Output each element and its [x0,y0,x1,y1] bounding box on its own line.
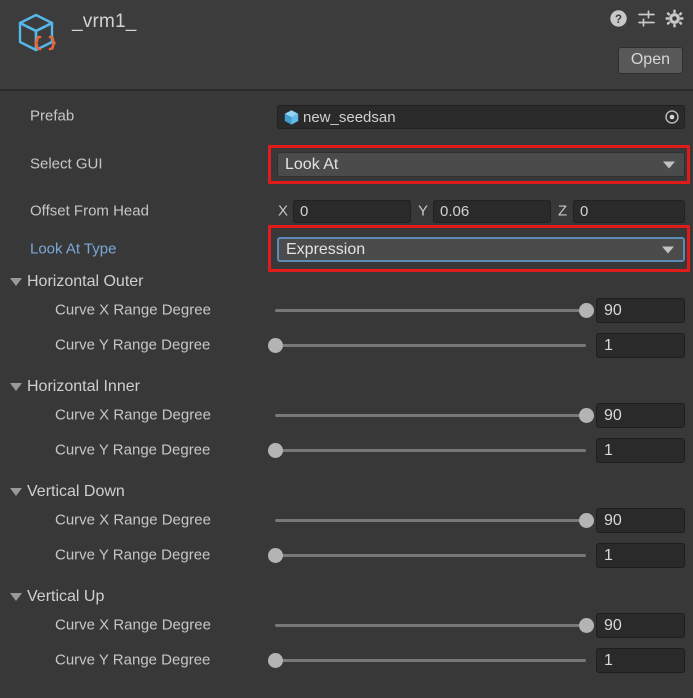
range-slider[interactable] [268,338,586,353]
chevron-down-icon [10,278,22,286]
range-slider[interactable] [268,548,586,563]
slider-label: Curve Y Range Degree [55,336,211,354]
offset-from-head-label: Offset From Head [30,202,149,220]
range-slider[interactable] [275,513,594,528]
gear-icon[interactable] [665,9,684,28]
slider-track [275,414,586,417]
slider-handle[interactable] [579,408,594,423]
slider-handle[interactable] [268,443,283,458]
slider-row: Curve X Range Degree 90 [0,295,693,325]
y-axis-label: Y [418,202,429,220]
look-at-type-value: Expression [286,240,366,258]
look-at-type-dropdown[interactable]: Expression [277,237,685,262]
slider-handle[interactable] [268,548,283,563]
range-slider[interactable] [275,303,594,318]
slider-track [275,344,586,347]
offset-y-field[interactable]: 0.06 [433,200,551,223]
slider-row: Curve Y Range Degree 1 [0,330,693,360]
slider-handle[interactable] [579,303,594,318]
foldout-label: Vertical Up [27,588,105,605]
slider-value-field[interactable]: 90 [596,298,685,323]
slider-label: Curve X Range Degree [55,511,211,529]
preset-sliders-icon[interactable] [637,9,656,28]
page-title: _vrm1_ [72,11,137,32]
slider-row: Curve X Range Degree 90 [0,400,693,430]
x-axis-label: X [278,202,289,220]
slider-handle[interactable] [579,618,594,633]
slider-label: Curve X Range Degree [55,616,211,634]
prefab-row: Prefab new_seedsan [0,101,693,131]
look-at-type-row: Look At Type Expression [0,234,693,264]
slider-track [275,309,586,312]
prefab-object-field[interactable]: new_seedsan [277,105,685,129]
chevron-down-icon [10,488,22,496]
offset-x-field[interactable]: 0 [293,200,411,223]
chevron-down-icon [10,593,22,601]
slider-track [275,449,586,452]
slider-handle[interactable] [268,653,283,668]
slider-value-field[interactable]: 1 [596,543,685,568]
z-axis-label: Z [558,202,568,220]
slider-row: Curve Y Range Degree 1 [0,540,693,570]
foldout-label: Horizontal Outer [27,273,144,290]
offset-z-field[interactable]: 0 [573,200,685,223]
foldout-label: Vertical Down [27,483,125,500]
slider-value-field[interactable]: 90 [596,403,685,428]
prefab-label: Prefab [30,107,75,125]
select-gui-label: Select GUI [30,155,103,173]
help-icon[interactable]: ? [609,9,628,28]
slider-value-field[interactable]: 1 [596,333,685,358]
range-slider[interactable] [268,653,586,668]
chevron-down-icon [10,383,22,391]
slider-value-field[interactable]: 90 [596,613,685,638]
foldout-horizontal-outer[interactable]: Horizontal Outer [0,268,693,296]
slider-handle[interactable] [268,338,283,353]
offset-from-head-row: Offset From Head X 0 Y 0.06 Z 0 [0,196,693,226]
select-gui-row: Select GUI Look At [0,149,693,179]
slider-label: Curve X Range Degree [55,301,211,319]
slider-row: Curve X Range Degree 90 [0,610,693,640]
slider-label: Curve Y Range Degree [55,441,211,459]
slider-value-field[interactable]: 90 [596,508,685,533]
svg-text:?: ? [615,14,622,26]
chevron-down-icon [662,246,674,253]
slider-track [275,659,586,662]
slider-label: Curve Y Range Degree [55,651,211,669]
prefab-script-cube-icon [12,8,64,60]
slider-row: Curve X Range Degree 90 [0,505,693,535]
object-picker-icon[interactable] [661,107,683,127]
select-gui-dropdown[interactable]: Look At [277,152,685,177]
slider-track [275,519,586,522]
slider-track [275,554,586,557]
range-slider[interactable] [275,408,594,423]
header-divider [0,89,693,91]
inspector-header: _vrm1_ ? Open [0,0,693,91]
foldout-vertical-down[interactable]: Vertical Down [0,478,693,506]
open-button[interactable]: Open [617,47,683,74]
slider-label: Curve Y Range Degree [55,546,211,564]
prefab-value: new_seedsan [303,108,396,126]
foldout-horizontal-inner[interactable]: Horizontal Inner [0,373,693,401]
slider-row: Curve Y Range Degree 1 [0,645,693,675]
slider-value-field[interactable]: 1 [596,648,685,673]
foldout-vertical-up[interactable]: Vertical Up [0,583,693,611]
foldout-label: Horizontal Inner [27,378,140,395]
slider-row: Curve Y Range Degree 1 [0,435,693,465]
slider-label: Curve X Range Degree [55,406,211,424]
look-at-type-label: Look At Type [30,240,117,258]
select-gui-value: Look At [285,155,339,173]
slider-value-field[interactable]: 1 [596,438,685,463]
header-icon-group: ? [609,9,684,28]
slider-track [275,624,586,627]
range-slider[interactable] [268,443,586,458]
range-slider[interactable] [275,618,594,633]
slider-handle[interactable] [579,513,594,528]
chevron-down-icon [663,161,675,168]
prefab-cube-icon [283,109,300,126]
